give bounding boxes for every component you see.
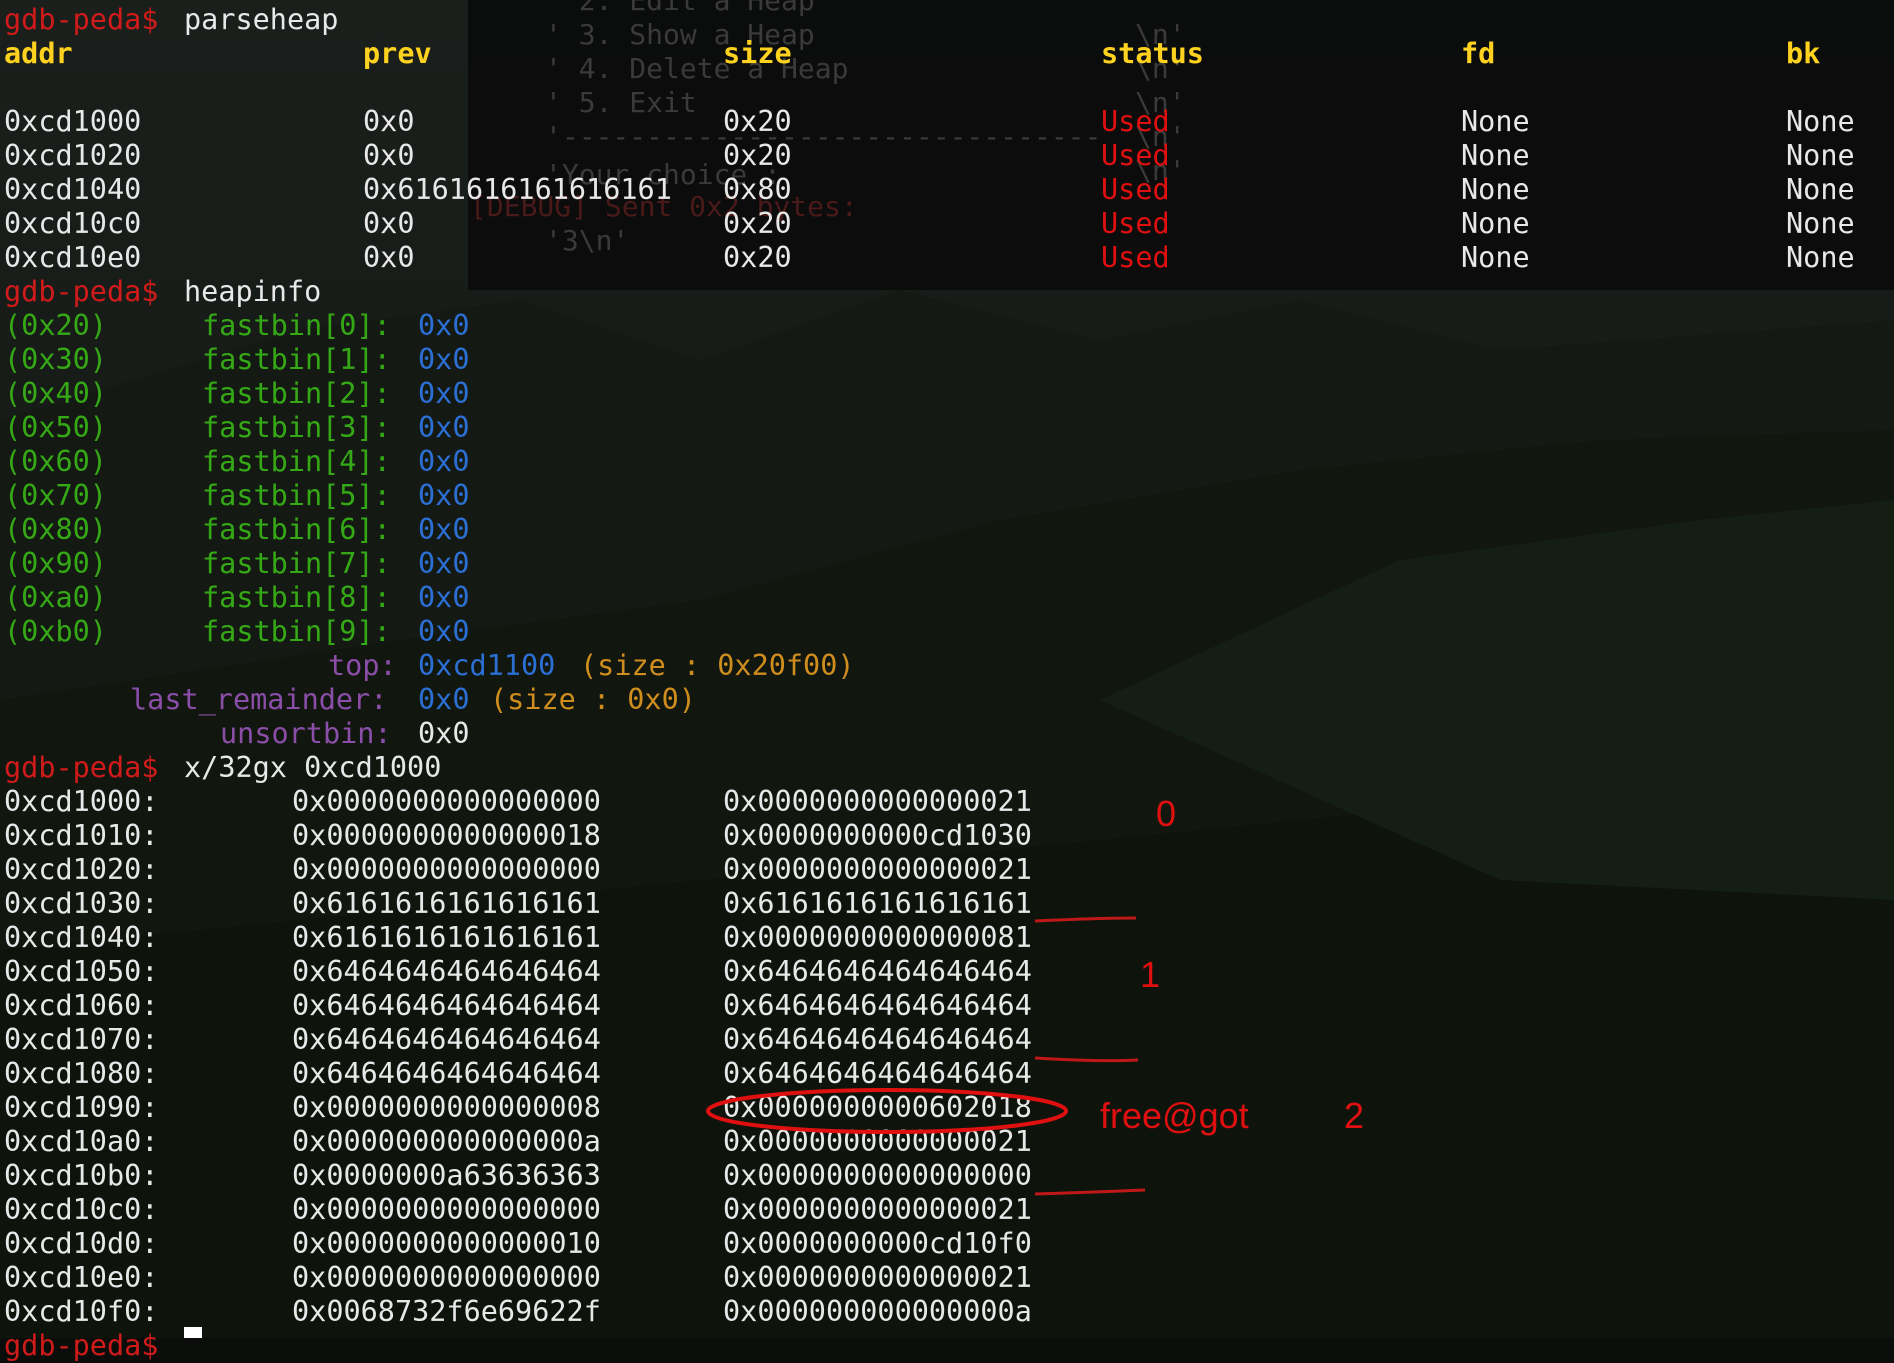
highlight-circle bbox=[706, 1088, 1068, 1134]
chunk-label-0: 0 bbox=[1156, 793, 1177, 834]
annotation-layer bbox=[706, 916, 1146, 1196]
chunk-label-1: 1 bbox=[1140, 954, 1161, 995]
separator-line-2 bbox=[1034, 1056, 1139, 1063]
chunk-label-2: 2 bbox=[1344, 1095, 1365, 1136]
separator-line-3 bbox=[1034, 1188, 1146, 1196]
separator-line-1 bbox=[1034, 916, 1137, 923]
free-got-label: free@got bbox=[1100, 1095, 1249, 1136]
terminal-cursor[interactable] bbox=[184, 1327, 202, 1338]
